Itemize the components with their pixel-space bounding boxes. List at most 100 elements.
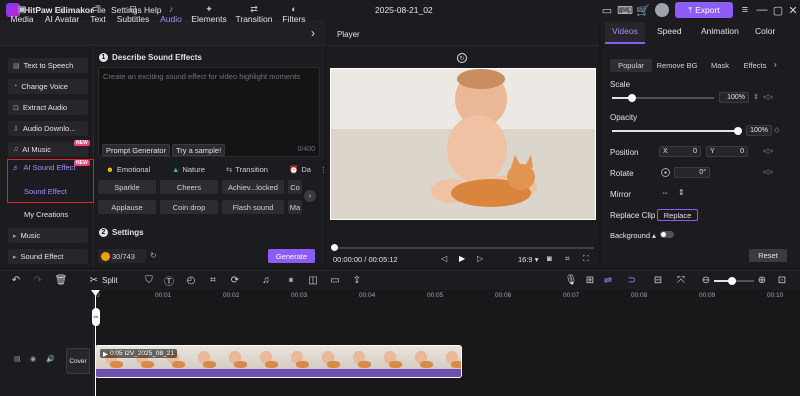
tab-audio[interactable]: ♪ Audio [158,2,184,26]
generate-button[interactable]: Generate [268,249,315,263]
undo-icon[interactable]: ↶ [10,274,22,286]
fullscreen-icon[interactable]: ⛶ [583,254,589,264]
keyboard-icon[interactable]: ⌨ [617,3,633,17]
microphone-icon[interactable]: 🎙 [565,274,578,286]
zoom-slider[interactable] [714,277,754,285]
chip-coin-drop[interactable]: Coin drop [160,200,218,214]
scale-value[interactable]: 100% [719,92,749,103]
keyframe-icon[interactable]: ‹◇› [763,168,773,176]
sidebar-item-audio-download[interactable]: ⇩ Audio Downlo... [8,121,88,136]
sidebar-item-my-creations[interactable]: My Creations [24,210,68,219]
background-toggle[interactable] [660,231,674,238]
tab-videos[interactable]: Videos [612,26,638,36]
keyframe-icon[interactable]: ◇ [774,126,779,134]
chevron-right-icon[interactable]: › [311,26,315,40]
fit-icon[interactable]: ⌗ [565,254,570,264]
chevron-right-icon[interactable]: › [774,60,777,69]
reset-button[interactable]: Reset [749,249,787,262]
magnet-icon[interactable]: ⊃ [626,274,638,286]
sidebar-item-music[interactable]: ▸ Music [8,228,88,243]
opacity-slider[interactable] [612,127,742,135]
category-da[interactable]: ⏰ Da [289,165,311,174]
chip-cheers[interactable]: Cheers [160,180,218,194]
link-icon[interactable]: ⇌ [602,274,614,286]
try-sample-button[interactable]: Try a sample! [172,144,226,156]
stepper-icon[interactable]: ⇕ [753,93,759,101]
keyframe-icon[interactable]: ‹◇› [763,147,773,155]
keyframe-icon[interactable]: ‹◇› [763,93,773,101]
progress-knob[interactable] [331,244,338,251]
playhead-scissor-icon[interactable]: ✂ [92,308,100,326]
chip-sparkle[interactable]: Sparkle [98,180,156,194]
crop-icon[interactable]: ⌗ [207,274,219,286]
sidebar-item-text-to-speech[interactable]: ▤ Text to Speech [8,58,88,73]
chip-applause[interactable]: Applause [98,200,156,214]
auto-fit-icon[interactable]: ⤧ [675,274,687,286]
time-ruler[interactable] [95,290,800,304]
flip-horizontal-icon[interactable]: ⇔ [661,188,669,197]
subtab-remove-bg[interactable]: Remove BG [654,59,700,72]
fit-timeline-icon[interactable]: ⊡ [776,274,788,286]
menu-icon[interactable]: ≡ [738,3,752,17]
export-button[interactable]: ⤒ Export [675,2,733,18]
rotate-value[interactable]: 0° [674,167,710,178]
zoom-out-icon[interactable]: ⊖ [700,274,712,286]
next-frame-icon[interactable]: ▷ [477,254,483,263]
mask-icon[interactable]: ◫ [307,274,319,286]
sidebar-item-change-voice[interactable]: ◔ Change Voice [8,79,88,94]
flip-vertical-icon[interactable]: ⇕ [678,188,685,197]
tab-filters[interactable]: ◐ Filters [281,2,307,26]
slider-knob[interactable] [728,277,736,285]
speed-icon[interactable]: ◴ [185,274,197,286]
playback-progress[interactable] [333,247,594,249]
tab-media[interactable]: ▣ Media [8,2,36,26]
subtab-popular[interactable]: Popular [610,59,652,72]
category-nature[interactable]: ▲ Nature [172,165,205,174]
split-icon[interactable]: ✂ [88,274,100,286]
camera-icon[interactable]: ◙ [547,254,552,263]
replace-button[interactable]: Replace [657,209,698,221]
video-preview[interactable] [330,68,596,220]
opacity-value[interactable]: 100% [746,125,772,136]
sidebar-item-sound-effect[interactable]: ▸ Sound Effect [8,249,88,264]
chip-flash-sound[interactable]: Flash sound [222,200,284,214]
tab-text[interactable]: T Text [87,2,109,26]
category-transition[interactable]: ⇆ Transition [226,165,268,174]
tab-subtitles[interactable]: ⊟ Subtitles [115,2,151,26]
audio-icon[interactable]: ♫ [260,274,272,286]
position-x-field[interactable]: X0 [659,146,701,157]
maximize-icon[interactable]: ▢ [771,3,785,17]
prompt-generator-button[interactable]: Prompt Generator [102,144,171,156]
slider-knob[interactable] [628,94,636,102]
freeze-icon[interactable]: ⏸ [285,274,297,286]
track-layer-icon[interactable]: ▤ [14,355,21,363]
scroll-right-icon[interactable]: › [304,190,316,202]
rotate-icon[interactable]: ⟳ [229,274,241,286]
chip-co[interactable]: Co [288,180,302,194]
description-textarea[interactable]: Create an exciting sound effect for vide… [98,67,320,157]
play-icon[interactable]: ▶ [459,254,465,263]
chip-ma[interactable]: Ma [288,200,302,214]
layout-icon[interactable]: ▭ [600,3,614,17]
minimize-icon[interactable]: — [755,3,769,17]
visibility-icon[interactable]: ◉ [30,355,36,363]
cover-button[interactable]: Cover [66,348,90,374]
refresh-icon[interactable]: ↻ [150,251,157,260]
cart-icon[interactable]: 🛒 [636,3,650,17]
tab-animation[interactable]: Animation [701,26,739,36]
mute-icon[interactable]: 🔊 [46,355,55,363]
slider-knob[interactable] [734,127,742,135]
shield-icon[interactable]: ⛉ [143,274,155,286]
sidebar-item-extract-audio[interactable]: ⊡ Extract Audio [8,100,88,115]
subtab-mask[interactable]: Mask [704,59,736,72]
text-box-icon[interactable]: Ⓣ [163,274,175,288]
video-clip[interactable]: ▶ 0:05 I2V_2025_08_21 [95,345,462,378]
split-label[interactable]: Split [102,276,118,285]
close-icon[interactable]: ✕ [786,3,800,17]
subtab-effects[interactable]: Effects [740,59,770,72]
zoom-in-icon[interactable]: ⊕ [756,274,768,286]
rotate-handle-icon[interactable]: ↻ [457,53,467,63]
split-audio-icon[interactable]: ⊟ [652,274,664,286]
redo-icon[interactable]: ↷ [32,274,44,286]
tab-speed[interactable]: Speed [657,26,682,36]
